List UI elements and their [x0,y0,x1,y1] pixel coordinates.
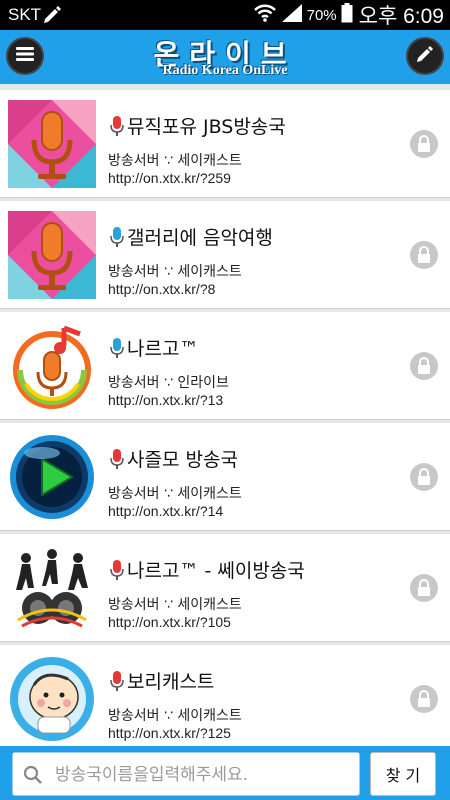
search-field[interactable] [12,752,360,796]
microphone-logo-icon [8,100,96,188]
station-name: 갤러리에 음악여행 [110,223,273,250]
station-url: http://on.xtx.kr/?259 [108,170,231,186]
station-server: 방송서버 ∵ 세이캐스트 [108,486,242,502]
search-bar: 찾 기 [0,746,450,800]
edit-button[interactable] [406,37,444,75]
clock: 오후 6:09 [358,5,444,28]
play-button-logo-icon [8,433,96,521]
station-url: http://on.xtx.kr/?14 [108,503,224,519]
lock-icon [410,130,438,158]
lock-icon [410,685,438,713]
dancers-speaker-logo-icon [8,544,96,632]
station-item[interactable]: 뮤직포유 JBS방송국 방송서버 ∵ 세이캐스트 http://on.xtx.k… [0,90,450,198]
station-name: 사즐모 방송국 [110,445,238,472]
station-item[interactable]: 사즐모 방송국 방송서버 ∵ 세이캐스트 http://on.xtx.kr/?1… [0,423,450,531]
status-bar: SKT 70% 오후 6:09 [0,0,450,30]
lock-icon [410,574,438,602]
battery-percent: 70% [306,6,337,24]
microphone-icon [110,448,124,469]
station-url: http://on.xtx.kr/?125 [108,725,231,741]
search-icon [23,765,43,789]
station-server: 방송서버 ∵ 세이캐스트 [108,597,242,613]
lock-icon [410,241,438,269]
microphone-icon [110,670,124,691]
lock-icon [410,463,438,491]
station-server: 방송서버 ∵ 세이캐스트 [108,708,242,724]
station-item[interactable]: 나르고™ 방송서버 ∵ 인라이브 http://on.xtx.kr/?13 [0,312,450,420]
station-name: 보리캐스트 [110,667,214,694]
microphone-icon [110,337,124,358]
station-server: 방송서버 ∵ 세이캐스트 [108,153,242,169]
app-header: 온라이브 Radio Korea OnLive [0,30,450,84]
station-name: 나르고™ [110,334,198,361]
lock-icon [410,352,438,380]
app-subtitle: Radio Korea OnLive [162,63,288,78]
battery-icon [341,2,353,28]
station-server: 방송서버 ∵ 세이캐스트 [108,264,242,280]
microphone-icon [110,226,124,247]
station-name: 나르고™ - 쎄이방송국 [110,556,305,583]
microphone-logo-icon [8,211,96,299]
station-url: http://on.xtx.kr/?13 [108,392,224,408]
find-button[interactable]: 찾 기 [370,752,436,796]
station-url: http://on.xtx.kr/?105 [108,614,231,630]
pencil-icon [416,45,434,67]
station-item[interactable]: 갤러리에 음악여행 방송서버 ∵ 세이캐스트 http://on.xtx.kr/… [0,201,450,309]
search-input[interactable] [53,759,357,791]
signal-icon [281,3,303,28]
microphone-icon [110,559,124,580]
station-list[interactable]: 뮤직포유 JBS방송국 방송서버 ∵ 세이캐스트 http://on.xtx.k… [0,90,450,746]
pencil-notification-icon [42,4,62,29]
microphone-icon [110,115,124,136]
wifi-icon [253,3,277,28]
music-note-mic-logo-icon [8,322,96,410]
station-item[interactable]: 보리캐스트 방송서버 ∵ 세이캐스트 http://on.xtx.kr/?125 [0,645,450,746]
station-server: 방송서버 ∵ 인라이브 [108,375,229,391]
cartoon-face-logo-icon [8,655,96,743]
station-url: http://on.xtx.kr/?8 [108,281,216,297]
station-name: 뮤직포유 JBS방송국 [110,112,286,139]
carrier-label: SKT [8,5,42,24]
station-item[interactable]: 나르고™ - 쎄이방송국 방송서버 ∵ 세이캐스트 http://on.xtx.… [0,534,450,642]
